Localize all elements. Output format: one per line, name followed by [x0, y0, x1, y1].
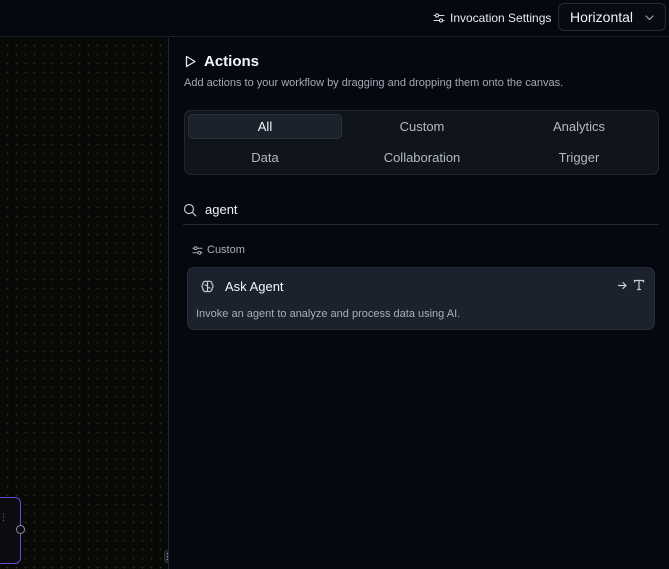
tab-all[interactable]: All [188, 114, 342, 139]
tab-custom[interactable]: Custom [345, 114, 499, 139]
panel-title: Actions [204, 53, 260, 70]
play-icon [185, 55, 196, 68]
panel-header: Actions [184, 53, 259, 70]
search-icon [183, 203, 197, 216]
group-label-text: Custom [207, 244, 245, 256]
sliders-icon [192, 245, 203, 255]
tab-analytics[interactable]: Analytics [502, 114, 656, 139]
actions-panel: Actions Add actions to your workflow by … [169, 38, 669, 569]
group-label-custom: Custom [192, 244, 245, 256]
tab-data[interactable]: Data [188, 145, 342, 170]
action-search [183, 195, 659, 225]
workflow-canvas[interactable]: ⋮ [0, 38, 168, 569]
panel-description: Add actions to your workflow by dragging… [184, 77, 564, 89]
text-type-icon [633, 279, 645, 291]
layout-direction-select[interactable]: Horizontal [558, 3, 666, 31]
category-tabs: All Custom Analytics Data Collaboration … [184, 110, 659, 175]
invocation-settings-button[interactable]: Invocation Settings [433, 9, 551, 27]
node-output-handle[interactable] [16, 525, 25, 534]
layout-select-value: Horizontal [570, 9, 634, 25]
action-card-ask-agent[interactable]: Ask Agent Invoke an agent to analyze and… [187, 267, 655, 330]
sliders-icon [433, 13, 445, 23]
search-input[interactable] [205, 202, 645, 217]
workflow-editor: Invocation Settings Horizontal ⋮ Actions [0, 0, 669, 569]
tab-trigger[interactable]: Trigger [502, 145, 656, 170]
tab-collaboration[interactable]: Collaboration [345, 145, 499, 170]
chevron-down-icon [645, 14, 654, 20]
action-card-title: Ask Agent [225, 279, 284, 294]
node-drag-dots: ⋮ [0, 512, 8, 522]
action-card-description: Invoke an agent to analyze and process d… [196, 308, 461, 320]
invocation-settings-label: Invocation Settings [450, 11, 552, 25]
brain-icon [201, 280, 214, 293]
top-bar: Invocation Settings Horizontal [0, 0, 669, 37]
arrow-right-icon[interactable] [617, 280, 628, 291]
